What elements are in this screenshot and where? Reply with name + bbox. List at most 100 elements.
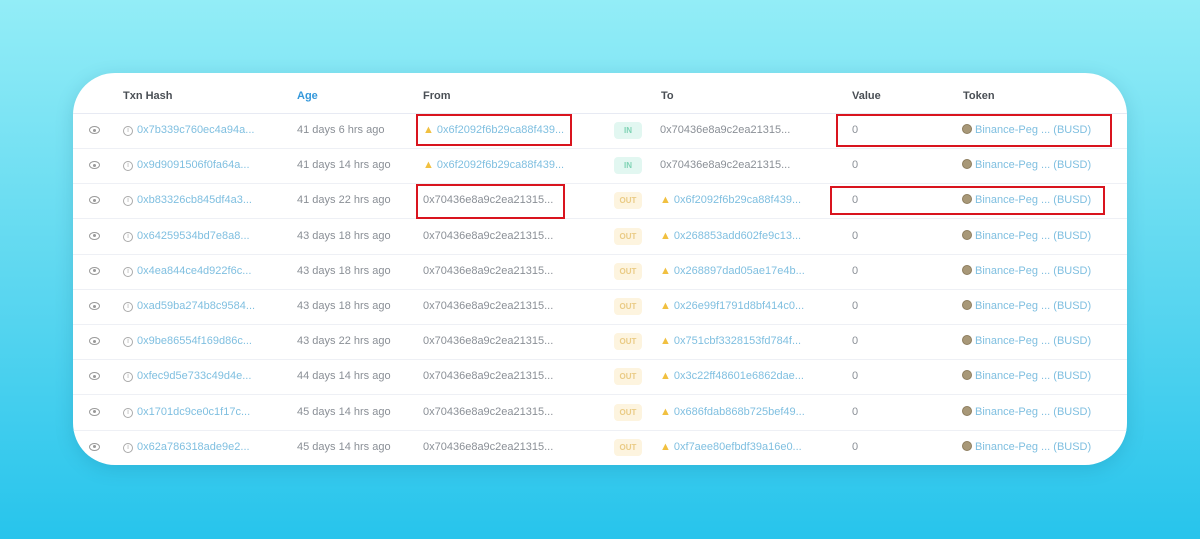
transactions-table: Txn Hash Age From To Value Token i 0x7b33… [73,73,1127,465]
to-address[interactable]: 0x3c22ff48601e6862dae... [674,370,804,382]
token-link[interactable]: Binance-Peg ... (BUSD) [975,230,1091,242]
warning-icon: ▲ [660,229,671,242]
token-name[interactable]: Binance-Peg ... [975,406,1050,418]
to-address[interactable]: 0x268853add602fe9c13... [674,230,801,242]
txn-hash-link[interactable]: 0x64259534bd7e8a8... [137,230,250,242]
col-txn-hash: Txn Hash [123,90,173,102]
direction-badge: OUT [614,368,642,386]
txn-hash-link[interactable]: 0x9be86554f169d86c... [137,335,252,347]
txn-hash-link[interactable]: 0x1701dc9ce0c1f17c... [137,406,250,418]
warning-icon: ▲ [660,405,671,418]
age-text: 45 days 14 hrs ago [297,405,391,418]
eye-icon[interactable] [89,266,100,275]
eye-icon[interactable] [89,302,100,310]
token-link[interactable]: Binance-Peg ... (BUSD) [975,265,1091,277]
value-text: 0 [852,124,859,136]
token-symbol[interactable]: (BUSD) [1053,265,1091,277]
token-link[interactable]: Binance-Peg ... (BUSD) [975,194,1091,206]
to-address[interactable]: 0xf7aee80efbdf39a16e0... [674,441,802,453]
token-name[interactable]: Binance-Peg ... [975,124,1050,136]
table-row: i 0xb83326cb845df4a3... 41 days 22 hrs ag… [73,183,1127,220]
txn-hash-link[interactable]: 0x4ea844ce4d922f6c... [137,265,251,277]
token-symbol[interactable]: (BUSD) [1053,194,1091,206]
age-text: 43 days 18 hrs ago [297,300,391,312]
token-link[interactable]: Binance-Peg ... (BUSD) [975,159,1091,171]
from-address[interactable]: 0x6f2092f6b29ca88f439... [437,124,564,136]
txn-hash-link[interactable]: 0xb83326cb845df4a3... [137,194,252,206]
token-link[interactable]: Binance-Peg ... (BUSD) [975,370,1091,382]
warning-icon: ▲ [660,300,671,312]
token-name[interactable]: Binance-Peg ... [975,370,1050,382]
age-text: 44 days 14 hrs ago [297,370,391,383]
col-token: Token [963,90,995,102]
token-symbol[interactable]: (BUSD) [1053,230,1091,242]
info-icon: i [123,372,133,383]
direction-badge: IN [614,157,642,175]
from-address: 0x70436e8a9c2ea21315... [423,264,554,277]
eye-icon[interactable] [89,126,100,134]
txn-hash-link[interactable]: 0x9d9091506f0fa64a... [137,159,250,171]
busd-token-icon [962,159,972,170]
token-name[interactable]: Binance-Peg ... [975,300,1050,312]
table-header: Txn Hash Age From To Value Token [73,73,1127,114]
token-name[interactable]: Binance-Peg ... [975,230,1050,242]
to-address[interactable]: 0x751cbf3328153fd784f... [674,335,801,347]
warning-icon: ▲ [423,159,434,172]
value-text: 0 [852,194,859,207]
token-symbol[interactable]: (BUSD) [1053,159,1091,171]
info-icon: i [123,266,133,277]
token-symbol[interactable]: (BUSD) [1053,441,1091,453]
eye-icon[interactable] [89,407,100,416]
token-symbol[interactable]: (BUSD) [1053,124,1091,136]
token-symbol[interactable]: (BUSD) [1053,300,1091,312]
col-age[interactable]: Age [297,90,318,102]
col-value: Value [852,90,881,102]
from-address: 0x70436e8a9c2ea21315... [423,300,554,312]
token-link[interactable]: Binance-Peg ... (BUSD) [975,300,1091,312]
token-name[interactable]: Binance-Peg ... [975,335,1050,347]
busd-token-icon [962,440,972,451]
token-name[interactable]: Binance-Peg ... [975,441,1050,453]
eye-icon[interactable] [89,442,100,451]
warning-icon: ▲ [660,335,671,348]
token-name[interactable]: Binance-Peg ... [975,194,1050,206]
age-text: 43 days 18 hrs ago [297,264,391,277]
table-row: i 0x64259534bd7e8a8... 43 days 18 hrs ago… [73,219,1127,255]
info-icon: i [123,161,133,172]
txn-hash-link[interactable]: 0x7b339c760ec4a94a... [137,124,254,136]
txn-hash-link[interactable]: 0x62a786318ade9e2... [137,441,250,453]
token-symbol[interactable]: (BUSD) [1053,335,1091,347]
busd-token-icon [962,300,972,310]
eye-icon[interactable] [89,337,100,346]
to-address[interactable]: 0x6f2092f6b29ca88f439... [674,194,801,206]
from-address: 0x70436e8a9c2ea21315... [423,194,554,207]
eye-icon[interactable] [89,231,100,240]
token-link[interactable]: Binance-Peg ... (BUSD) [975,335,1091,347]
col-from: From [423,90,451,102]
from-address: 0x70436e8a9c2ea21315... [423,229,554,242]
token-symbol[interactable]: (BUSD) [1053,406,1091,418]
eye-icon[interactable] [89,161,100,170]
txn-hash-link[interactable]: 0xfec9d5e733c49d4e... [137,370,251,382]
to-address[interactable]: 0x26e99f1791d8bf414c0... [674,300,804,312]
token-link[interactable]: Binance-Peg ... (BUSD) [975,124,1091,136]
to-address[interactable]: 0x686fdab868b725bef49... [674,406,805,418]
to-address: 0x70436e8a9c2ea21315... [660,124,791,136]
age-text: 41 days 6 hrs ago [297,124,385,136]
age-text: 45 days 14 hrs ago [297,440,391,453]
eye-icon[interactable] [89,196,100,205]
age-text: 43 days 18 hrs ago [297,229,391,242]
token-name[interactable]: Binance-Peg ... [975,265,1050,277]
warning-icon: ▲ [660,194,671,207]
direction-badge: IN [614,122,642,139]
txn-hash-link[interactable]: 0xad59ba274b8c9584... [137,300,255,312]
token-link[interactable]: Binance-Peg ... (BUSD) [975,441,1091,453]
to-address[interactable]: 0x268897dad05ae17e4b... [674,265,805,277]
table-row: i 0xad59ba274b8c9584... 43 days 18 hrs ag… [73,289,1127,325]
token-symbol[interactable]: (BUSD) [1053,370,1091,382]
from-address[interactable]: 0x6f2092f6b29ca88f439... [437,159,564,171]
info-icon: i [123,126,133,136]
eye-icon[interactable] [89,372,100,381]
token-link[interactable]: Binance-Peg ... (BUSD) [975,406,1091,418]
token-name[interactable]: Binance-Peg ... [975,159,1050,171]
